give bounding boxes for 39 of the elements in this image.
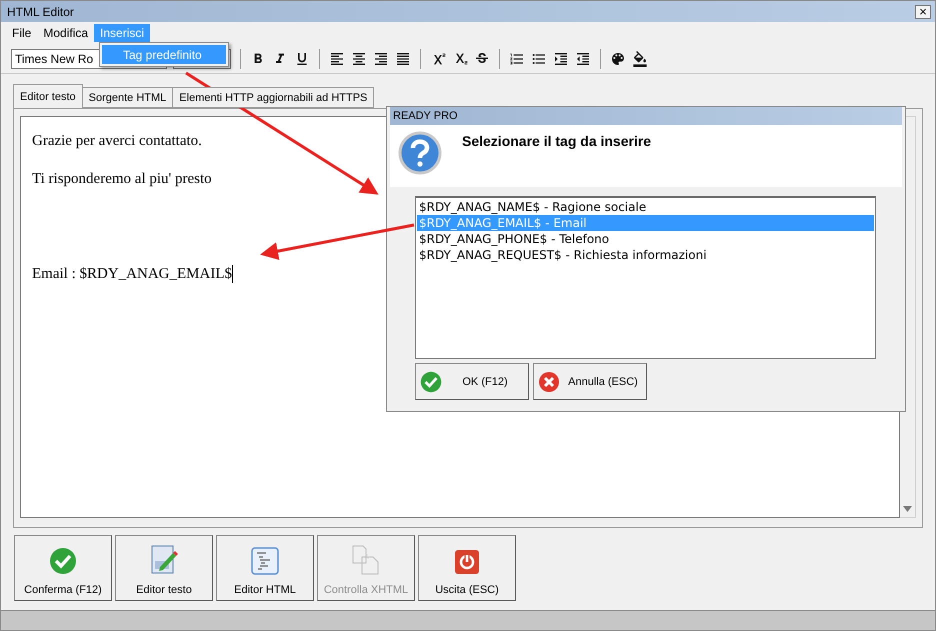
align-justify-icon[interactable] — [395, 50, 411, 66]
scroll-down-icon[interactable] — [903, 506, 912, 512]
action-button[interactable]: Uscita (ESC) — [418, 535, 516, 601]
tab[interactable]: Sorgente HTML — [82, 87, 174, 108]
editor-text: Email : $RDY_ANAG_EMAIL$ — [32, 266, 232, 282]
editor-text: Ti risponderemo al piu' presto — [32, 170, 212, 188]
action-button[interactable]: Editor testo — [115, 535, 213, 601]
menu-item[interactable]: File — [6, 24, 38, 42]
code-outline-icon — [251, 547, 279, 575]
close-icon — [538, 370, 560, 392]
align-center-icon[interactable] — [351, 50, 367, 66]
list-item[interactable]: $RDY_ANAG_NAME$ - Ragione sociale — [417, 199, 874, 215]
action-button[interactable]: Conferma (F12) — [14, 535, 112, 601]
dialog-title: READY PRO — [390, 107, 902, 125]
close-button[interactable]: × — [915, 4, 931, 18]
outdent-icon[interactable] — [575, 50, 591, 66]
editor-text: Grazie per averci contattato. — [32, 132, 202, 150]
list-item[interactable]: $RDY_ANAG_PHONE$ - Telefono — [417, 231, 874, 247]
power-icon — [454, 549, 480, 575]
check-icon — [49, 547, 77, 575]
align-right-icon[interactable] — [373, 50, 389, 66]
dialog-button[interactable]: Annulla (ESC) — [533, 363, 647, 400]
palette-icon[interactable] — [610, 50, 626, 66]
tab[interactable]: Elementi HTTP aggiornabili ad HTTPS — [172, 87, 374, 108]
document-pencil-icon — [150, 545, 178, 575]
window-title: HTML Editor — [7, 4, 74, 18]
check-icon — [420, 370, 442, 392]
paint-bucket-icon[interactable] — [632, 50, 648, 66]
dialog-button[interactable]: OK (F12) — [415, 363, 529, 400]
menu-item[interactable]: Modifica — [37, 24, 94, 42]
list-item[interactable]: $RDY_ANAG_REQUEST$ - Richiesta informazioni — [417, 247, 874, 263]
indent-icon[interactable] — [553, 50, 569, 66]
dialog-heading: Selezionare il tag da inserire — [462, 133, 652, 149]
tab[interactable]: Editor testo — [13, 84, 83, 108]
question-icon — [398, 131, 442, 175]
numbered-list-icon[interactable] — [509, 50, 525, 66]
documents-icon — [352, 545, 380, 575]
align-left-icon[interactable] — [329, 50, 345, 66]
action-button[interactable]: Editor HTML — [216, 535, 314, 601]
